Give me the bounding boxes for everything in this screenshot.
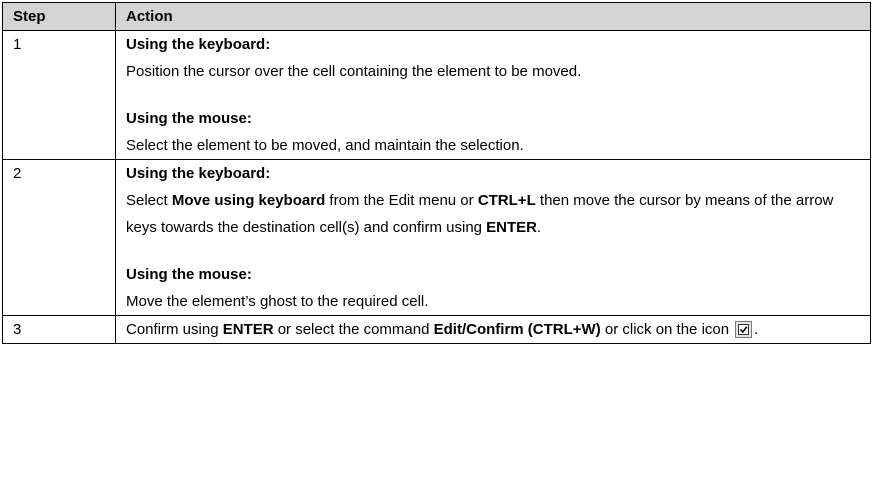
edit-confirm-command: Edit/Confirm (CTRL+W) [433, 321, 601, 338]
mouse-heading: Using the mouse: [126, 110, 252, 127]
header-action: Action [115, 2, 871, 31]
keyboard-heading: Using the keyboard: [126, 36, 271, 53]
mouse-instruction: Move the element’s ghost to the required… [126, 293, 429, 310]
mouse-heading: Using the mouse: [126, 266, 252, 283]
shortcut-key: CTRL+L [477, 192, 536, 209]
step-number: 2 [2, 159, 116, 316]
action-cell: Confirm using ENTER or select the comman… [115, 315, 871, 344]
action-cell: Using the keyboard: Select Move using ke… [115, 159, 871, 316]
header-step: Step [2, 2, 116, 31]
action-cell: Using the keyboard: Position the cursor … [115, 30, 871, 160]
table-row: 2 Using the keyboard: Select Move using … [2, 159, 871, 316]
confirm-instruction: Confirm using ENTER or select the comman… [126, 321, 759, 338]
menu-command: Move using keyboard [171, 192, 326, 209]
table-row: 3 Confirm using ENTER or select the comm… [2, 315, 871, 344]
keyboard-instruction: Position the cursor over the cell contai… [126, 63, 582, 80]
confirm-checkbox-icon [735, 321, 753, 338]
table-row: 1 Using the keyboard: Position the curso… [2, 30, 871, 160]
step-number: 3 [2, 315, 116, 344]
table-header-row: Step Action [2, 2, 871, 31]
enter-key: ENTER [222, 321, 274, 338]
mouse-instruction: Select the element to be moved, and main… [126, 137, 524, 154]
keyboard-heading: Using the keyboard: [126, 165, 271, 182]
keyboard-instruction: Select Move using keyboard from the Edit… [126, 192, 834, 236]
step-number: 1 [2, 30, 116, 160]
steps-table: Step Action 1 Using the keyboard: Positi… [2, 2, 871, 344]
enter-key: ENTER [486, 219, 538, 236]
